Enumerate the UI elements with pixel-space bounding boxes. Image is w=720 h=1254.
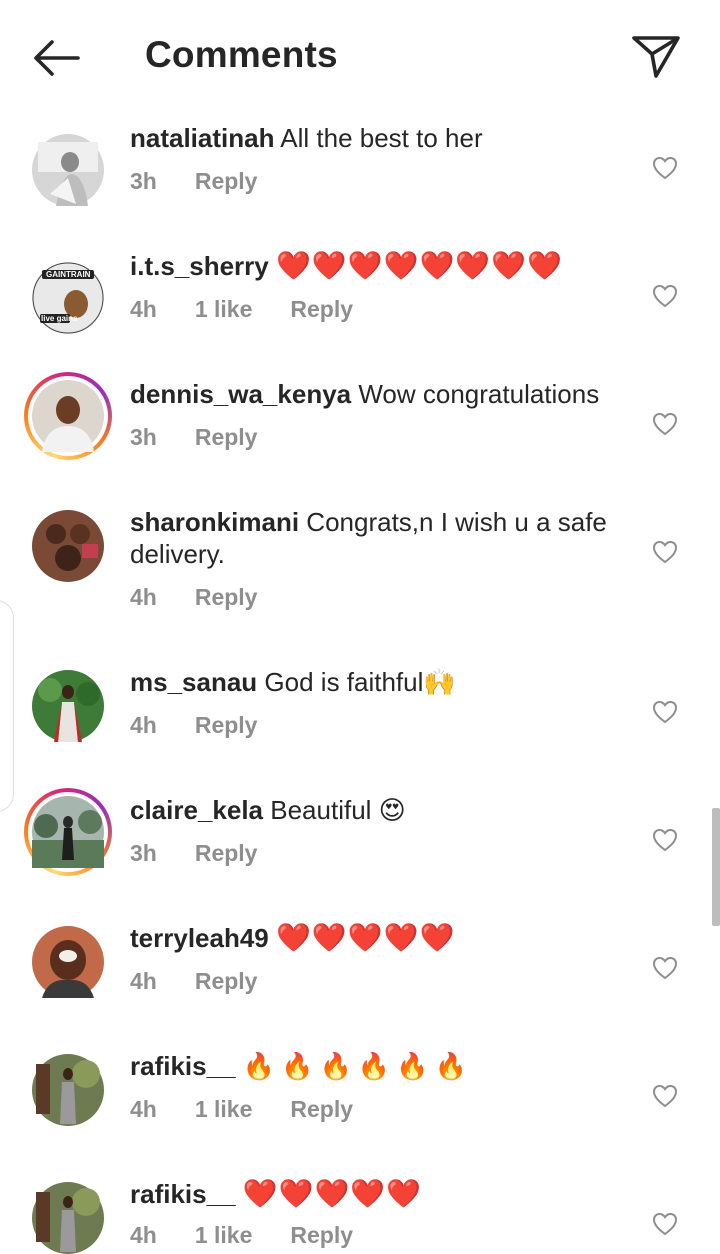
reply-button[interactable]: Reply [195, 840, 258, 866]
comment-username[interactable]: dennis_wa_kenya [130, 379, 351, 409]
reply-button[interactable]: Reply [195, 424, 258, 450]
like-button[interactable] [652, 156, 678, 180]
avatar[interactable] [32, 1182, 104, 1254]
heart-outline-icon [652, 156, 678, 180]
comment-body: Beautiful 😍 [270, 795, 406, 825]
avatar[interactable] [32, 134, 104, 206]
comment-username[interactable]: ms_sanau [130, 667, 257, 697]
arrow-left-icon [34, 40, 80, 76]
like-button[interactable] [652, 284, 678, 308]
comment-meta: 3h Reply [130, 168, 295, 195]
comment-text: terryleah49 ❤️❤️❤️❤️❤️ [130, 922, 630, 954]
comment-username[interactable]: terryleah49 [130, 923, 269, 953]
comment-body: 🔥🔥🔥🔥🔥🔥 [242, 1051, 474, 1081]
avatar[interactable] [24, 372, 112, 460]
paper-plane-icon [632, 36, 680, 78]
comment-username[interactable]: i.t.s_sherry [130, 251, 269, 281]
back-button[interactable] [30, 36, 82, 80]
reply-button[interactable]: Reply [290, 1096, 353, 1122]
heart-outline-icon [652, 284, 678, 308]
comment-text: sharonkimani Congrats,n I wish u a safe … [130, 506, 630, 570]
page-title: Comments [145, 34, 338, 75]
heart-outline-icon [652, 1084, 678, 1108]
comment-username[interactable]: nataliatinah [130, 123, 274, 153]
comment-username[interactable]: sharonkimani [130, 507, 299, 537]
comment-time: 3h [130, 840, 157, 866]
comment-time: 4h [130, 1222, 157, 1248]
like-button[interactable] [652, 540, 678, 564]
like-count[interactable]: 1 like [195, 1096, 253, 1122]
reply-button[interactable]: Reply [195, 968, 258, 994]
like-button[interactable] [652, 828, 678, 852]
avatar[interactable] [24, 788, 112, 876]
comment-text: dennis_wa_kenya Wow congratulations [130, 378, 630, 410]
comment-body: ❤️❤️❤️❤️❤️❤️❤️❤️ [275, 250, 563, 281]
comment-text: rafikis__ ❤️❤️❤️❤️❤️ [130, 1178, 630, 1210]
avatar[interactable] [32, 1054, 104, 1126]
comment-body: All the best to her [280, 123, 483, 153]
comment-time: 4h [130, 712, 157, 738]
reply-button[interactable]: Reply [195, 712, 258, 738]
like-button[interactable] [652, 700, 678, 724]
side-panel-handle[interactable] [0, 600, 14, 812]
comment-meta: 4h 1 like Reply [130, 1222, 391, 1249]
comment-text: claire_kela Beautiful 😍 [130, 794, 630, 826]
comment-meta: 4h Reply [130, 968, 295, 995]
reply-button[interactable]: Reply [195, 168, 258, 194]
comment-text: i.t.s_sherry ❤️❤️❤️❤️❤️❤️❤️❤️ [130, 250, 630, 282]
reply-button[interactable]: Reply [290, 1222, 353, 1248]
comment-time: 4h [130, 584, 157, 610]
comment-time: 4h [130, 296, 157, 322]
scrollbar-thumb[interactable] [712, 808, 720, 926]
like-count[interactable]: 1 like [195, 1222, 253, 1248]
heart-outline-icon [652, 956, 678, 980]
avatar-badge-bottom: live gains [41, 314, 78, 323]
comment-meta: 4h 1 like Reply [130, 296, 391, 323]
heart-outline-icon [652, 412, 678, 436]
header: Comments [0, 0, 720, 112]
avatar[interactable]: GAINTRAIN live gains [32, 262, 104, 334]
comment-text: rafikis__ 🔥🔥🔥🔥🔥🔥 [130, 1050, 630, 1082]
comment-meta: 4h Reply [130, 712, 295, 739]
comment-username[interactable]: rafikis__ [130, 1179, 236, 1209]
avatar[interactable] [32, 926, 104, 998]
reply-button[interactable]: Reply [290, 296, 353, 322]
like-button[interactable] [652, 1212, 678, 1236]
like-button[interactable] [652, 956, 678, 980]
comment-time: 3h [130, 168, 157, 194]
comment-text: nataliatinah All the best to her [130, 122, 630, 154]
comment-meta: 3h Reply [130, 840, 295, 867]
like-count[interactable]: 1 like [195, 296, 253, 322]
comment-time: 4h [130, 1096, 157, 1122]
comment-time: 4h [130, 968, 157, 994]
comment-body: ❤️❤️❤️❤️❤️ [242, 1178, 423, 1209]
comment-text: ms_sanau God is faithful🙌 [130, 666, 630, 698]
avatar[interactable] [32, 510, 104, 582]
heart-outline-icon [652, 700, 678, 724]
avatar-badge-top: GAINTRAIN [46, 270, 91, 279]
heart-outline-icon [652, 540, 678, 564]
avatar[interactable] [32, 670, 104, 742]
comment-meta: 4h Reply [130, 584, 295, 611]
share-button[interactable] [630, 32, 682, 80]
like-button[interactable] [652, 412, 678, 436]
comment-body: Wow congratulations [358, 379, 600, 409]
heart-outline-icon [652, 1212, 678, 1236]
reply-button[interactable]: Reply [195, 584, 258, 610]
comment-username[interactable]: rafikis__ [130, 1051, 236, 1081]
comment-body: God is faithful🙌 [264, 667, 456, 697]
like-button[interactable] [652, 1084, 678, 1108]
comment-meta: 4h 1 like Reply [130, 1096, 391, 1123]
heart-outline-icon [652, 828, 678, 852]
comment-body: ❤️❤️❤️❤️❤️ [276, 922, 456, 953]
comment-meta: 3h Reply [130, 424, 295, 451]
comment-time: 3h [130, 424, 157, 450]
comment-username[interactable]: claire_kela [130, 795, 263, 825]
